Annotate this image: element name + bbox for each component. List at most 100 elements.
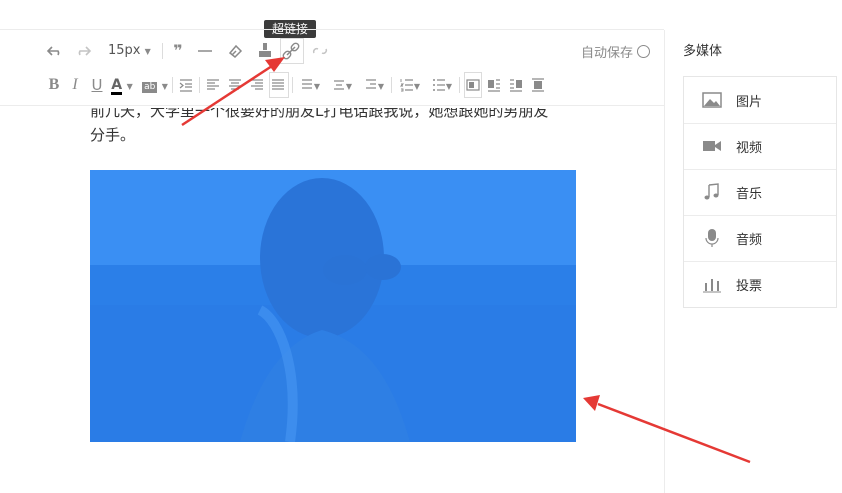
underline-button[interactable]: U — [90, 72, 104, 98]
horizontal-rule-button[interactable] — [196, 38, 214, 64]
align-left-button[interactable] — [205, 72, 221, 98]
autosave-label: 自动保存 — [581, 46, 634, 61]
image-icon — [702, 92, 722, 108]
chevron-down-icon: ▼ — [313, 82, 321, 91]
background-color-button[interactable]: ab ▼ — [142, 72, 168, 100]
indent-icon — [179, 79, 192, 92]
chevron-down-icon: ▼ — [413, 82, 421, 91]
hyperlink-button[interactable] — [280, 38, 304, 64]
media-item-label: 音频 — [736, 233, 763, 248]
content-image[interactable] — [90, 170, 576, 442]
media-item-audio[interactable]: 音频 — [684, 215, 836, 262]
font-size-value: 15px — [108, 43, 141, 58]
paragraph-spacing-icon — [333, 80, 344, 90]
media-item-image[interactable]: 图片 — [684, 77, 836, 124]
media-item-video[interactable]: 视频 — [684, 123, 836, 170]
image-right-icon — [510, 79, 522, 92]
toolbar-separator — [292, 77, 293, 93]
editor-top-border — [0, 29, 664, 30]
blockquote-button[interactable]: ❞ — [170, 38, 186, 64]
brush-icon — [259, 43, 271, 57]
unlink-icon — [312, 47, 328, 55]
undo-icon — [46, 46, 60, 56]
unordered-list-select[interactable]: ▼ — [429, 72, 455, 100]
indent-button[interactable] — [178, 72, 194, 98]
redo-icon — [78, 46, 92, 56]
chevron-down-icon: ▼ — [345, 82, 353, 91]
unordered-list-icon — [432, 79, 445, 91]
justify-button[interactable] — [269, 72, 289, 98]
image-block-icon — [466, 79, 480, 91]
media-panel-title: 多媒体 — [683, 44, 723, 59]
italic-icon: I — [72, 76, 78, 93]
media-item-music[interactable]: 音乐 — [684, 169, 836, 216]
toolbar-separator — [391, 77, 392, 93]
highlight-icon: ab — [142, 82, 158, 93]
media-item-label: 投票 — [736, 279, 763, 294]
image-float-right-button[interactable] — [508, 72, 524, 98]
media-item-label: 图片 — [736, 95, 763, 110]
arrow-to-image — [583, 395, 751, 464]
italic-button[interactable]: I — [68, 72, 82, 98]
unlink-button[interactable] — [310, 38, 330, 64]
chevron-down-icon: ▼ — [144, 47, 151, 56]
undo-button[interactable] — [46, 38, 66, 64]
clear-format-button[interactable] — [226, 38, 244, 64]
sidebar-divider — [664, 30, 665, 493]
align-left-icon — [207, 79, 219, 90]
align-right-button[interactable] — [249, 72, 265, 98]
horizontal-line-icon — [198, 50, 212, 52]
clock-icon — [637, 45, 651, 58]
indent-size-icon — [365, 79, 376, 89]
underline-icon: U — [91, 76, 103, 94]
chevron-down-icon: ▼ — [377, 82, 385, 91]
music-icon — [704, 183, 719, 200]
image-float-left-button[interactable] — [486, 72, 502, 98]
paragraph-line: 前几天，大学里一个很要好的朋友L打电话跟我说，她想跟她的男朋友 — [90, 102, 549, 120]
toolbar-row-1: 15px ▼ ❞ — [0, 38, 664, 64]
media-panel: 图片 视频 音乐 音频 投票 — [683, 76, 837, 308]
image-left-icon — [488, 79, 500, 92]
toolbar-separator — [172, 77, 173, 93]
image-float-none-button[interactable] — [464, 72, 482, 98]
autosave-indicator[interactable]: 自动保存 — [581, 42, 651, 61]
vote-icon — [703, 279, 721, 293]
format-painter-button[interactable] — [256, 38, 274, 64]
chevron-down-icon: ▼ — [161, 82, 168, 91]
media-item-label: 音乐 — [736, 187, 763, 202]
bold-button[interactable]: B — [46, 72, 62, 98]
font-color-button[interactable]: A ▼ — [110, 72, 134, 100]
media-item-vote[interactable]: 投票 — [684, 261, 836, 307]
toolbar-separator — [459, 77, 460, 93]
microphone-icon — [705, 229, 719, 247]
align-center-icon — [229, 79, 241, 90]
line-height-select[interactable]: ▼ — [297, 72, 323, 100]
toolbar-separator — [162, 43, 163, 59]
eraser-icon — [228, 44, 243, 59]
image-center-button[interactable] — [530, 72, 546, 98]
photo-placeholder — [90, 170, 576, 442]
line-height-icon — [301, 79, 312, 89]
image-center-icon — [532, 78, 544, 92]
video-icon — [703, 141, 721, 151]
indent-select[interactable]: ▼ — [361, 72, 387, 100]
toolbar-divider — [0, 105, 664, 106]
link-icon — [282, 42, 300, 60]
align-right-icon — [251, 79, 263, 90]
ordered-list-icon — [399, 79, 413, 92]
justify-icon — [272, 79, 284, 90]
chevron-down-icon: ▼ — [126, 82, 133, 91]
paragraph-spacing-select[interactable]: ▼ — [329, 72, 355, 100]
font-color-icon: A — [111, 77, 123, 95]
font-size-select[interactable]: 15px ▼ — [108, 38, 154, 65]
toolbar-row-2: B I U A ▼ ab ▼ ▼ ▼ ▼ ▼ ▼ — [0, 72, 664, 98]
chevron-down-icon: ▼ — [445, 82, 453, 91]
bold-icon: B — [48, 76, 60, 93]
redo-button[interactable] — [74, 38, 94, 64]
media-item-label: 视频 — [736, 141, 763, 156]
paragraph-line: 分手。 — [90, 126, 136, 144]
quote-icon: ❞ — [173, 41, 183, 60]
ordered-list-select[interactable]: ▼ — [397, 72, 423, 100]
toolbar-separator — [199, 77, 200, 93]
align-center-button[interactable] — [227, 72, 243, 98]
